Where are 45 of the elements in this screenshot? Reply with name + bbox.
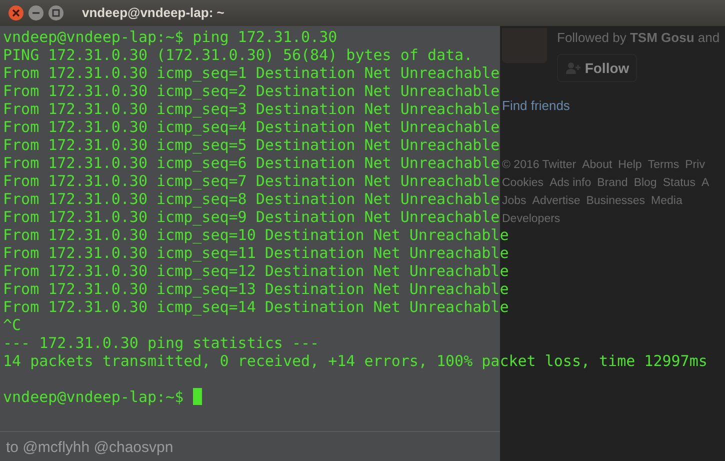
terminal-line: PING 172.31.0.30 (172.31.0.30) 56(84) bytes of data. — [3, 46, 473, 64]
footer-link[interactable]: Brand — [597, 174, 628, 192]
footer-link[interactable]: Cookies — [502, 174, 544, 192]
terminal-line: From 172.31.0.30 icmp_seq=4 Destination Net Unreachable — [3, 118, 500, 136]
terminal-line: --- 172.31.0.30 ping statistics --- — [3, 334, 320, 352]
terminal-line: From 172.31.0.30 icmp_seq=2 Destination Net Unreachable — [3, 82, 500, 100]
followed-by-text: Followed by TSM Gosu and — [557, 30, 720, 46]
terminal-line: From 172.31.0.30 icmp_seq=8 Destination Net Unreachable — [3, 190, 500, 208]
footer-link[interactable]: Media — [651, 192, 682, 210]
close-icon[interactable] — [8, 5, 24, 21]
terminal-line: From 172.31.0.30 icmp_seq=3 Destination Net Unreachable — [3, 100, 500, 118]
terminal-line: From 172.31.0.30 icmp_seq=13 Destination Net Unreachable — [3, 280, 509, 298]
follow-button[interactable]: Follow — [557, 54, 637, 82]
footer-link[interactable]: Priv — [685, 156, 705, 174]
terminal-line: From 172.31.0.30 icmp_seq=5 Destination Net Unreachable — [3, 136, 500, 154]
window-title: vndeep@vndeep-lap: ~ — [82, 4, 224, 22]
terminal-line: From 172.31.0.30 icmp_seq=1 Destination Net Unreachable — [3, 64, 500, 82]
footer-link[interactable]: Jobs — [502, 192, 526, 210]
maximize-icon[interactable] — [48, 5, 64, 21]
terminal-line: ^C — [3, 316, 22, 334]
terminal-line: From 172.31.0.30 icmp_seq=11 Destination Net Unreachable — [3, 244, 509, 262]
minimize-icon[interactable] — [28, 5, 44, 21]
reply-to-text: to @mcflyhh @chaosvpn — [5, 438, 174, 458]
footer-link[interactable]: Ads info — [550, 174, 592, 192]
terminal-line: vndeep@vndeep-lap:~$ ping 172.31.0.30 — [3, 28, 338, 46]
footer-link[interactable]: A — [701, 174, 710, 192]
footer-link[interactable]: Advertise — [532, 192, 580, 210]
footer-link[interactable]: Businesses — [586, 192, 646, 210]
footer-link[interactable]: © 2016 Twitter — [502, 156, 576, 174]
terminal-line: From 172.31.0.30 icmp_seq=6 Destination Net Unreachable — [3, 154, 500, 172]
terminal-line: From 172.31.0.30 icmp_seq=7 Destination Net Unreachable — [3, 172, 500, 190]
person-add-icon — [564, 62, 581, 74]
footer-link[interactable]: Blog — [634, 174, 657, 192]
terminal-line: From 172.31.0.30 icmp_seq=9 Destination Net Unreachable — [3, 208, 500, 226]
terminal-line: vndeep@vndeep-lap:~$ — [3, 388, 185, 406]
footer-link[interactable]: About — [582, 156, 612, 174]
terminal-line: 14 packets transmitted, 0 received, +14 errors, 100% packet loss, time 12997ms — [3, 352, 708, 370]
footer-link[interactable]: Terms — [648, 156, 680, 174]
find-friends-link[interactable]: Find friends — [502, 96, 725, 116]
footer-link[interactable]: Developers — [502, 210, 560, 228]
terminal-line: From 172.31.0.30 icmp_seq=10 Destination Net Unreachable — [3, 226, 509, 244]
terminal-line: From 172.31.0.30 icmp_seq=12 Destination Net Unreachable — [3, 262, 509, 280]
terminal-line: From 172.31.0.30 icmp_seq=14 Destination Net Unreachable — [3, 298, 509, 316]
footer-link[interactable]: Status — [662, 174, 696, 192]
footer-link[interactable]: Help — [618, 156, 642, 174]
